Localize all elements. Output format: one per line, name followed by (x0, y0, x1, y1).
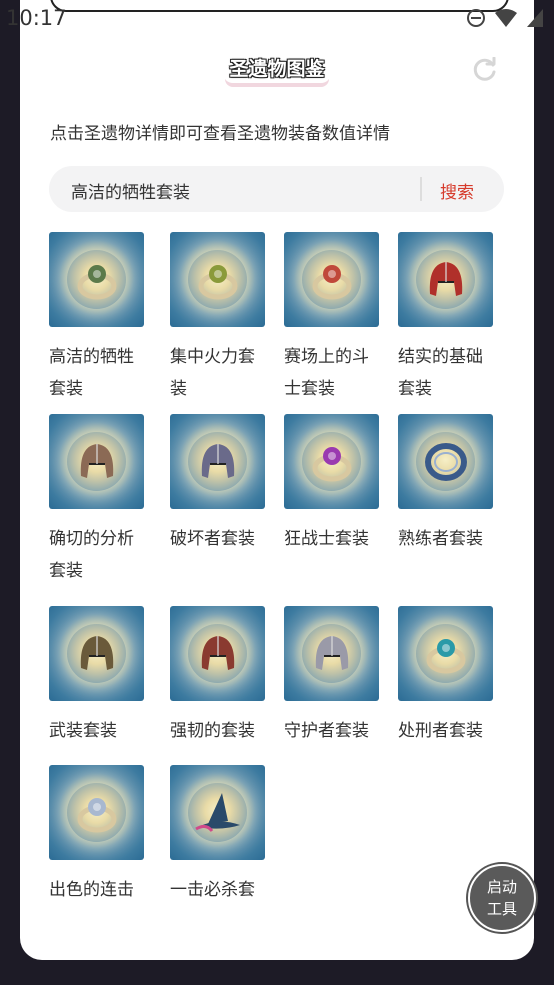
witch-hat-icon (195, 793, 240, 832)
artifact-label: 赛场上的斗士套装 (284, 347, 369, 399)
artifact-thumbnail (170, 414, 265, 509)
artifact-label: 守护者套装 (284, 721, 369, 741)
knight-helmet-icon (315, 636, 349, 670)
artifact-item[interactable]: 强韧的套装 (170, 606, 282, 747)
status-icons (466, 8, 544, 28)
artifact-grid: 高洁的牺牲套装 集中火力套装 赛场上的斗士套装 结实的基础套装确切的分析套装 破坏者套装… (20, 230, 534, 910)
artifact-label: 狂战士套装 (284, 529, 369, 549)
helmet-icon (80, 444, 114, 478)
artifact-thumbnail (49, 765, 144, 860)
artifact-label: 强韧的套装 (170, 721, 255, 741)
collection-card: 圣遗物图鉴 点击圣遗物详情即可查看圣遗物装备数值详情 搜索 高洁的牺牲套装集中火… (20, 0, 534, 960)
artifact-item[interactable]: 守护者套装 (284, 606, 396, 747)
artifact-label: 高洁的牺牲套装 (49, 347, 134, 399)
artifact-item[interactable]: 高洁的牺牲套装 (49, 232, 161, 405)
dnd-icon (467, 9, 485, 27)
artifact-item[interactable]: 狂战士套装 (284, 414, 396, 555)
artifact-label: 一击必杀套装 (170, 880, 255, 900)
ruby-ring-icon (312, 265, 352, 300)
artifact-thumbnail (170, 232, 265, 327)
artifact-item[interactable]: 出色的连击套装 (49, 765, 161, 910)
artifact-label: 处刑者套装 (398, 721, 483, 741)
launch-tools-button[interactable]: 启动 工具 (468, 864, 536, 932)
status-time: 10:17 (6, 6, 67, 30)
artifact-thumbnail (49, 232, 144, 327)
artifact-item[interactable]: 一击必杀套装 (170, 765, 282, 910)
search-bar: 搜索 (49, 166, 504, 214)
winged-helmet-icon (201, 444, 235, 478)
amethyst-ring-icon (312, 447, 352, 482)
description-text: 点击圣遗物详情即可查看圣遗物装备数值详情 (50, 124, 390, 144)
artifact-label: 破坏者套装 (170, 529, 255, 549)
gem-ring-icon (198, 265, 238, 300)
artifact-thumbnail (284, 606, 379, 701)
artifact-label: 熟练者套装 (398, 529, 483, 549)
artifact-thumbnail (284, 232, 379, 327)
artifact-label: 出色的连击套装 (49, 880, 134, 900)
artifact-item[interactable]: 集中火力套装 (170, 232, 282, 405)
search-button[interactable]: 搜索 (440, 178, 474, 203)
search-divider (420, 177, 422, 201)
artifact-item[interactable]: 处刑者套装 (398, 606, 510, 747)
artifact-thumbnail (398, 232, 493, 327)
title-wrap: 圣遗物图鉴 (20, 52, 534, 83)
launch-tools-line2: 工具 (486, 900, 517, 918)
artifact-label: 结实的基础套装 (398, 347, 483, 399)
wifi-icon (495, 9, 517, 27)
coil-ring-icon (425, 443, 467, 481)
crown-ring-icon (77, 265, 117, 300)
artifact-item[interactable]: 武装套装 (49, 606, 161, 747)
artifact-label: 武装套装 (49, 721, 117, 741)
status-bar: 10:17 (0, 0, 554, 38)
refresh-icon[interactable] (472, 57, 498, 83)
artifact-item[interactable]: 赛场上的斗士套装 (284, 232, 396, 405)
spiked-helmet-icon (80, 636, 114, 670)
silver-ring-icon (77, 798, 117, 833)
artifact-item[interactable]: 确切的分析套装 (49, 414, 161, 587)
artifact-thumbnail (170, 606, 265, 701)
helmet-icon (429, 262, 463, 296)
artifact-item[interactable]: 破坏者套装 (170, 414, 282, 555)
helmet-icon (201, 636, 235, 670)
page-title: 圣遗物图鉴 (223, 52, 330, 83)
artifact-thumbnail (49, 606, 144, 701)
artifact-thumbnail (170, 765, 265, 860)
artifact-item[interactable]: 熟练者套装 (398, 414, 510, 555)
teal-ring-icon (426, 639, 466, 674)
artifact-thumbnail (398, 414, 493, 509)
artifact-thumbnail (49, 414, 144, 509)
artifact-label: 确切的分析套装 (49, 529, 134, 581)
artifact-item[interactable]: 结实的基础套装 (398, 232, 510, 405)
launch-tools-line1: 启动 (486, 878, 517, 896)
signal-icon (527, 9, 543, 27)
artifact-thumbnail (398, 606, 493, 701)
artifact-label: 集中火力套装 (170, 347, 255, 399)
artifact-thumbnail (284, 414, 379, 509)
search-input[interactable] (69, 166, 403, 214)
